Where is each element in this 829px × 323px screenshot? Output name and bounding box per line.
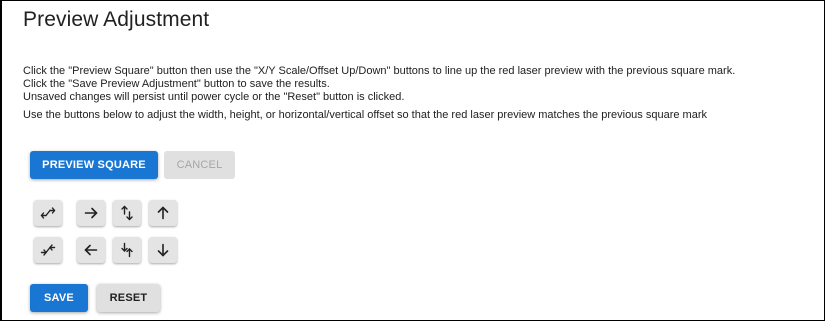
instruction-line-3: Unsaved changes will persist until power… bbox=[23, 91, 405, 103]
x-scale-up-button[interactable] bbox=[34, 200, 62, 226]
y-offset-up-button[interactable] bbox=[149, 200, 177, 226]
cancel-button[interactable]: CANCEL bbox=[164, 151, 235, 179]
y-offset-down-icon bbox=[155, 242, 171, 258]
y-scale-down-icon bbox=[119, 242, 135, 258]
reset-button[interactable]: RESET bbox=[97, 284, 160, 312]
preview-square-button[interactable]: PREVIEW SQUARE bbox=[30, 151, 158, 179]
y-scale-down-button[interactable] bbox=[113, 237, 141, 263]
x-offset-right-icon bbox=[83, 205, 99, 221]
x-offset-left-button[interactable] bbox=[77, 237, 105, 263]
x-offset-right-button[interactable] bbox=[77, 200, 105, 226]
y-scale-up-button[interactable] bbox=[113, 200, 141, 226]
x-scale-down-button[interactable] bbox=[34, 237, 62, 263]
instruction-line-1: Click the "Preview Square" button then u… bbox=[23, 65, 736, 77]
x-offset-left-icon bbox=[83, 242, 99, 258]
y-offset-down-button[interactable] bbox=[149, 237, 177, 263]
y-scale-up-icon bbox=[119, 205, 135, 221]
x-scale-up-icon bbox=[40, 205, 56, 221]
instruction-line-2: Click the "Save Preview Adjustment" butt… bbox=[23, 78, 330, 90]
instruction-line-4: Use the buttons below to adjust the widt… bbox=[23, 109, 707, 121]
preview-adjustment-panel: Preview Adjustment Click the "Preview Sq… bbox=[0, 0, 825, 321]
page-title: Preview Adjustment bbox=[23, 8, 210, 31]
save-button[interactable]: SAVE bbox=[30, 284, 88, 312]
x-scale-down-icon bbox=[40, 242, 56, 258]
y-offset-up-icon bbox=[155, 205, 171, 221]
